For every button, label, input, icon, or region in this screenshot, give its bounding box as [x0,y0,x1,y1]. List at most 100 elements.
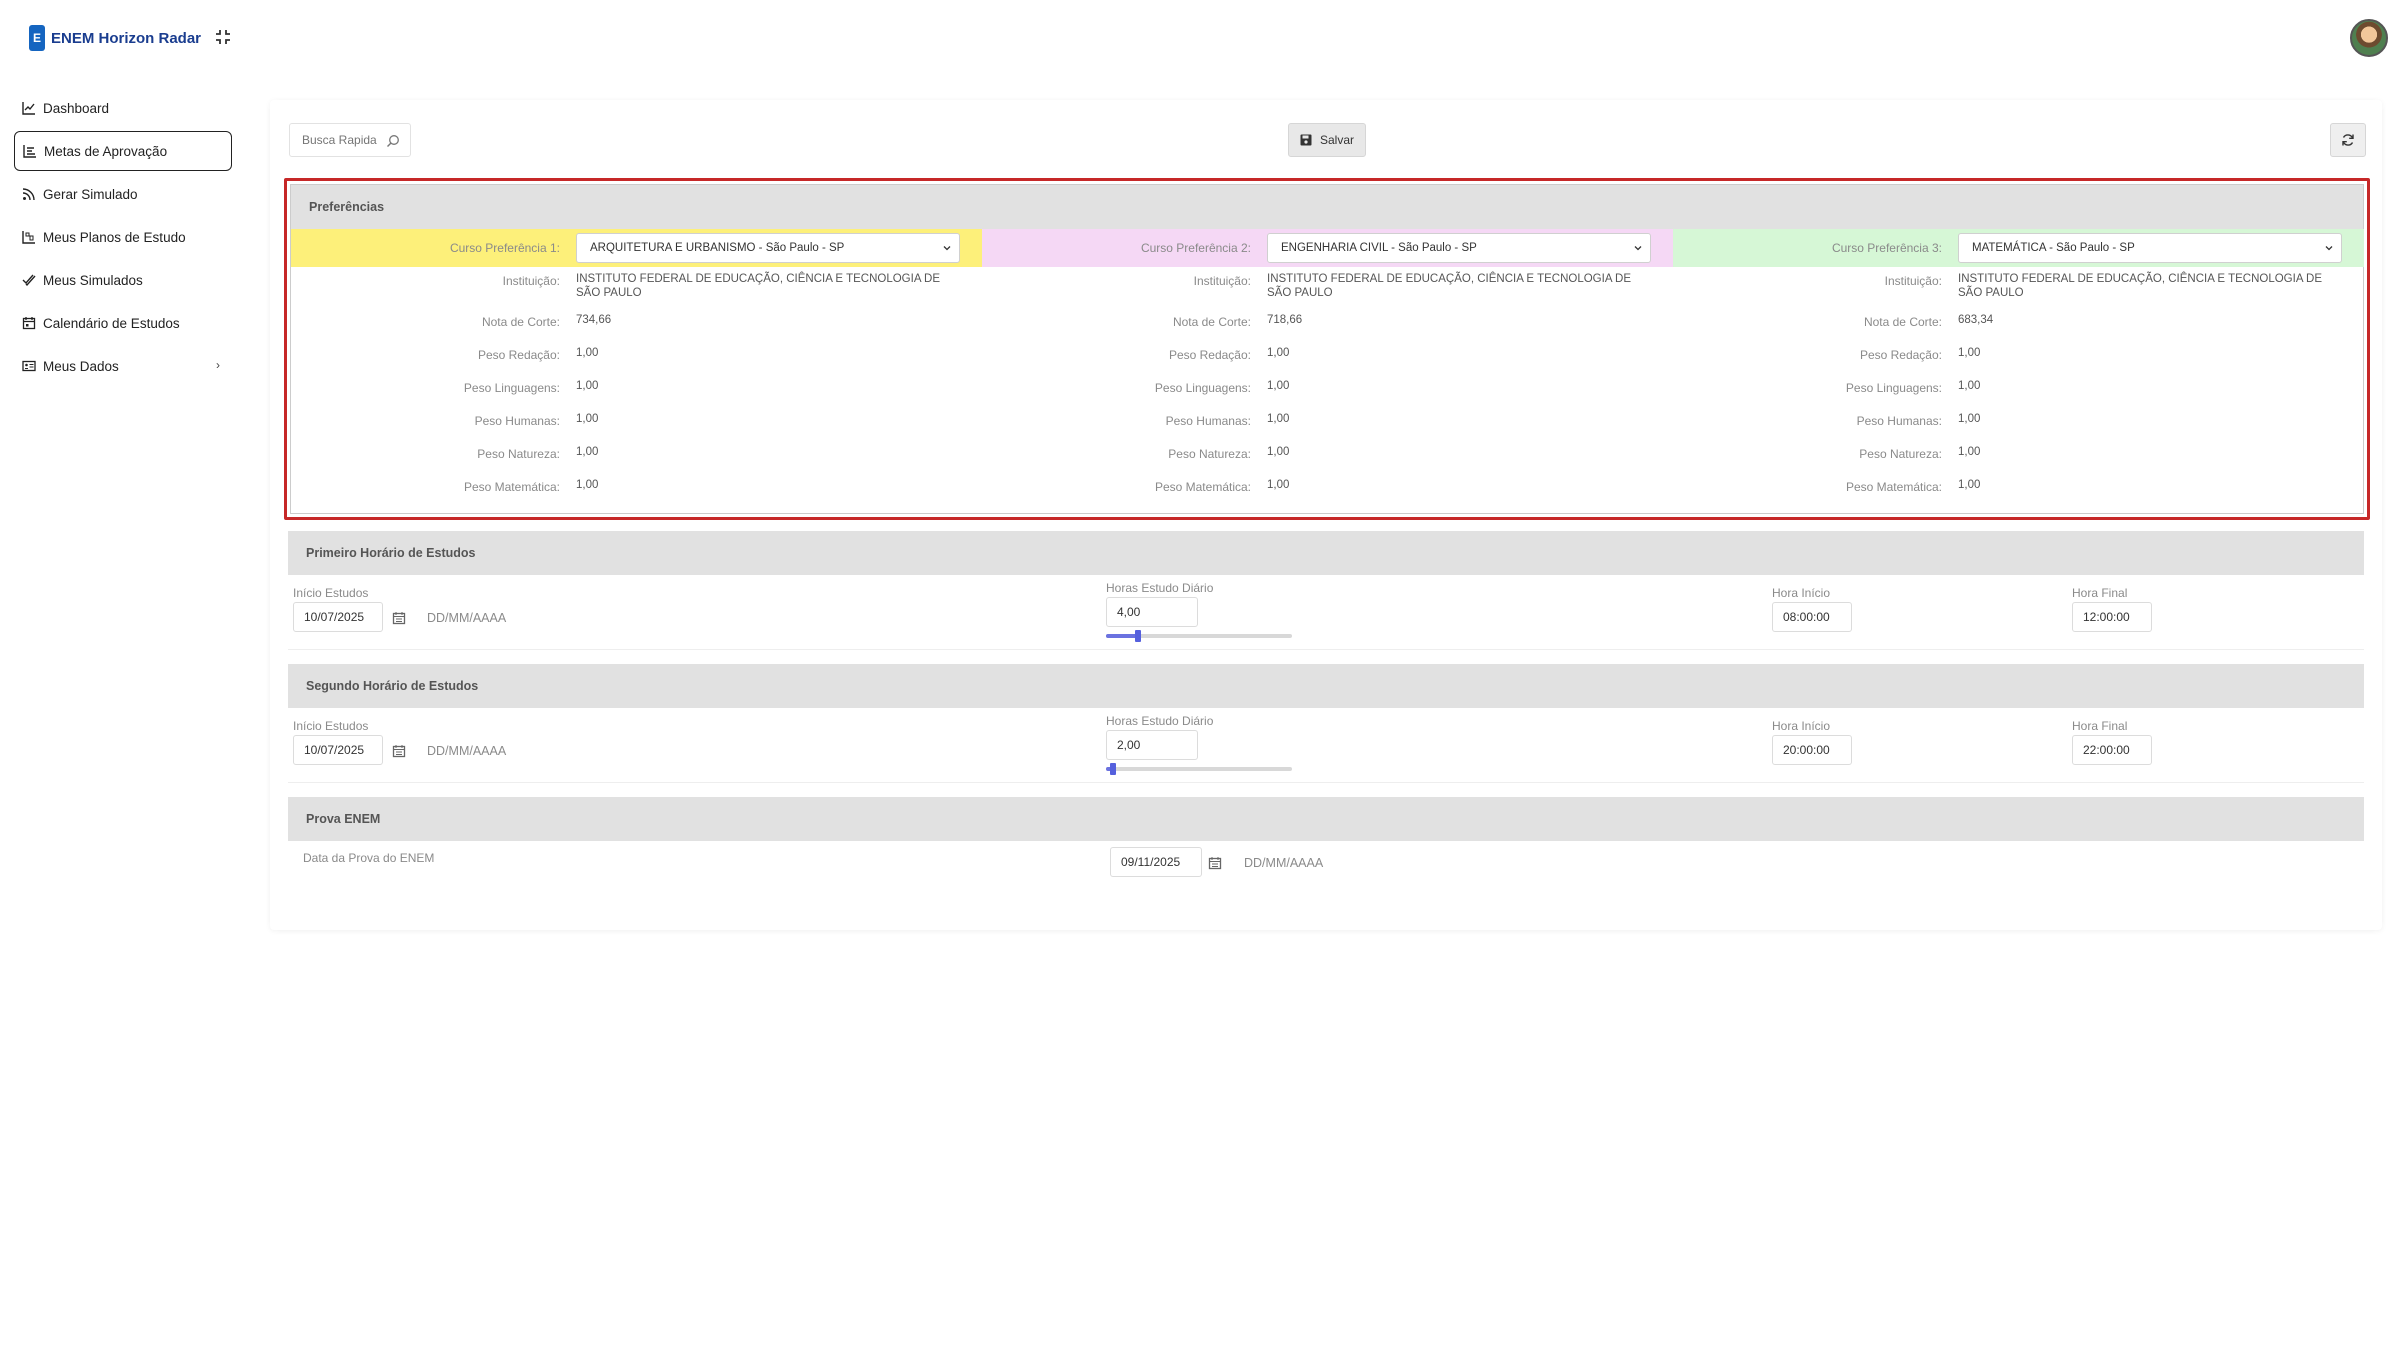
linguagens-label: Peso Linguagens: [463,381,560,395]
humanas-value: 1,00 [1267,413,1290,425]
redacao-value: 1,00 [576,347,599,359]
search-icon[interactable] [386,134,400,148]
search-box[interactable] [289,123,411,157]
sidebar-item-dashboard[interactable]: Dashboard [14,88,232,128]
id-card-icon [22,359,36,373]
horas-estudo-slider-thumb[interactable] [1110,763,1117,775]
linguagens-value: 1,00 [1267,380,1290,392]
course-preference-2-value: ENGENHARIA CIVIL - São Paulo - SP [1281,242,1477,254]
calendar-icon[interactable] [1208,856,1222,870]
course-preference-3-value: MATEMÁTICA - São Paulo - SP [1972,242,2135,254]
inicio-estudos-input[interactable]: 10/07/2025 [293,602,383,632]
hora-final-label: Hora Final [2072,586,2128,600]
check-double-icon [22,273,36,287]
horas-estudo-label: Horas Estudo Diário [1106,581,1214,595]
sidebar-item-gerar-simulado[interactable]: Gerar Simulado [14,174,232,214]
humanas-label: Peso Humanas: [474,414,560,428]
course-preference-2-select[interactable]: ENGENHARIA CIVIL - São Paulo - SP [1267,233,1651,263]
nota-row: Nota de Corte: 734,66 [291,308,982,341]
horas-estudo-slider-thumb[interactable] [1134,630,1141,642]
first-schedule-title: Primeiro Horário de Estudos [288,531,2364,575]
horas-estudo-slider-fill [1106,634,1138,638]
second-schedule-section: Segundo Horário de Estudos Início Estudo… [288,664,2364,783]
refresh-icon [2342,134,2354,146]
course-preference-1-select[interactable]: ARQUITETURA E URBANISMO - São Paulo - SP [576,233,960,263]
hora-final-input[interactable]: 22:00:00 [2072,735,2152,765]
preferences-title: Preferências [291,185,2363,229]
linguagens-row: Peso Linguagens: 1,00 [291,374,982,407]
hora-inicio-input[interactable]: 08:00:00 [1772,602,1852,632]
hora-inicio-input[interactable]: 20:00:00 [1772,735,1852,765]
humanas-value: 1,00 [1958,413,1981,425]
linguagens-label: Peso Linguagens: [1154,381,1251,395]
natureza-label: Peso Natureza: [1859,447,1942,461]
inicio-estudos-input[interactable]: 10/07/2025 [293,735,383,765]
horas-estudo-slider[interactable] [1106,630,1292,642]
preference-column-1: Curso Preferência 1: ARQUITETURA E URBAN… [291,229,982,506]
date-format-hint: DD/MM/AAAA [427,611,507,625]
sidebar-item-meus-simulados[interactable]: Meus Simulados [14,260,232,300]
natureza-value: 1,00 [1267,446,1290,458]
horas-estudo-label: Horas Estudo Diário [1106,714,1214,728]
calendar-icon [22,316,36,330]
humanas-row: Peso Humanas: 1,00 [1673,407,2364,440]
preference-1-label: Curso Preferência 1: [449,241,560,255]
sidebar-item-planos[interactable]: Meus Planos de Estudo [14,217,232,257]
natureza-row: Peso Natureza: 1,00 [291,440,982,473]
preference-3-row: Curso Preferência 3: MATEMÁTICA - São Pa… [1673,229,2364,267]
collapse-sidebar-icon[interactable] [213,27,233,47]
matematica-row: Peso Matemática: 1,00 [982,473,1673,506]
refresh-button[interactable] [2330,123,2366,157]
nota-value: 718,66 [1267,314,1303,326]
matematica-value: 1,00 [1267,479,1290,491]
prova-enem-section: Prova ENEM Data da Prova do ENEM 09/11/2… [288,797,2364,887]
matematica-row: Peso Matemática: 1,00 [1673,473,2364,506]
nota-label: Nota de Corte: [481,315,560,329]
horas-estudo-slider[interactable] [1106,763,1292,775]
search-input[interactable] [302,133,382,147]
redacao-value: 1,00 [1267,347,1290,359]
horas-estudo-input[interactable]: 4,00 [1106,597,1198,627]
natureza-row: Peso Natureza: 1,00 [1673,440,2364,473]
chevron-down-icon [1634,246,1642,251]
floppy-disk-icon [1300,134,1312,146]
data-prova-input[interactable]: 09/11/2025 [1110,847,1202,877]
linguagens-row: Peso Linguagens: 1,00 [982,374,1673,407]
chart-bar-icon [23,144,37,158]
calendar-icon[interactable] [392,611,406,625]
instituicao-row: Instituição: INSTITUTO FEDERAL DE EDUCAÇ… [291,267,982,308]
date-format-hint: DD/MM/AAAA [1244,856,1324,870]
brand-logo[interactable]: E ENEM Horizon Radar [29,25,201,51]
sidebar-item-metas[interactable]: Metas de Aprovação [14,131,232,171]
redacao-row: Peso Redação: 1,00 [291,341,982,374]
nota-label: Nota de Corte: [1172,315,1251,329]
save-button[interactable]: Salvar [1288,123,1366,157]
brand-name: ENEM Horizon Radar [51,29,202,47]
main-card: Salvar Preferências Curso Preferência 1:… [270,100,2382,930]
hora-inicio-label: Hora Início [1772,586,1831,600]
natureza-value: 1,00 [1958,446,1981,458]
course-preference-3-select[interactable]: MATEMÁTICA - São Paulo - SP [1958,233,2342,263]
user-avatar[interactable] [2350,19,2388,57]
instituicao-value: INSTITUTO FEDERAL DE EDUCAÇÃO, CIÊNCIA E… [1267,273,1632,299]
hora-final-input[interactable]: 12:00:00 [2072,602,2152,632]
linguagens-label: Peso Linguagens: [1845,381,1942,395]
sidebar-item-calendario[interactable]: Calendário de Estudos [14,303,232,343]
sidebar-item-label: Meus Simulados [43,272,143,288]
hora-final-label: Hora Final [2072,719,2128,733]
preference-2-label: Curso Preferência 2: [1140,241,1251,255]
chevron-down-icon [943,246,951,251]
linguagens-row: Peso Linguagens: 1,00 [1673,374,2364,407]
natureza-value: 1,00 [576,446,599,458]
brand-badge: E [29,25,45,51]
sidebar-item-label: Metas de Aprovação [44,143,168,159]
horas-estudo-input[interactable]: 2,00 [1106,730,1198,760]
nota-value: 683,34 [1958,314,1994,326]
preference-column-2: Curso Preferência 2: ENGENHARIA CIVIL - … [982,229,1673,506]
top-bar: E ENEM Horizon Radar [0,0,2400,78]
inicio-estudos-label: Início Estudos [293,719,369,733]
sidebar-item-meus-dados[interactable]: Meus Dados › [14,346,232,386]
instituicao-row: Instituição: INSTITUTO FEDERAL DE EDUCAÇ… [982,267,1673,308]
matematica-value: 1,00 [1958,479,1981,491]
calendar-icon[interactable] [392,744,406,758]
